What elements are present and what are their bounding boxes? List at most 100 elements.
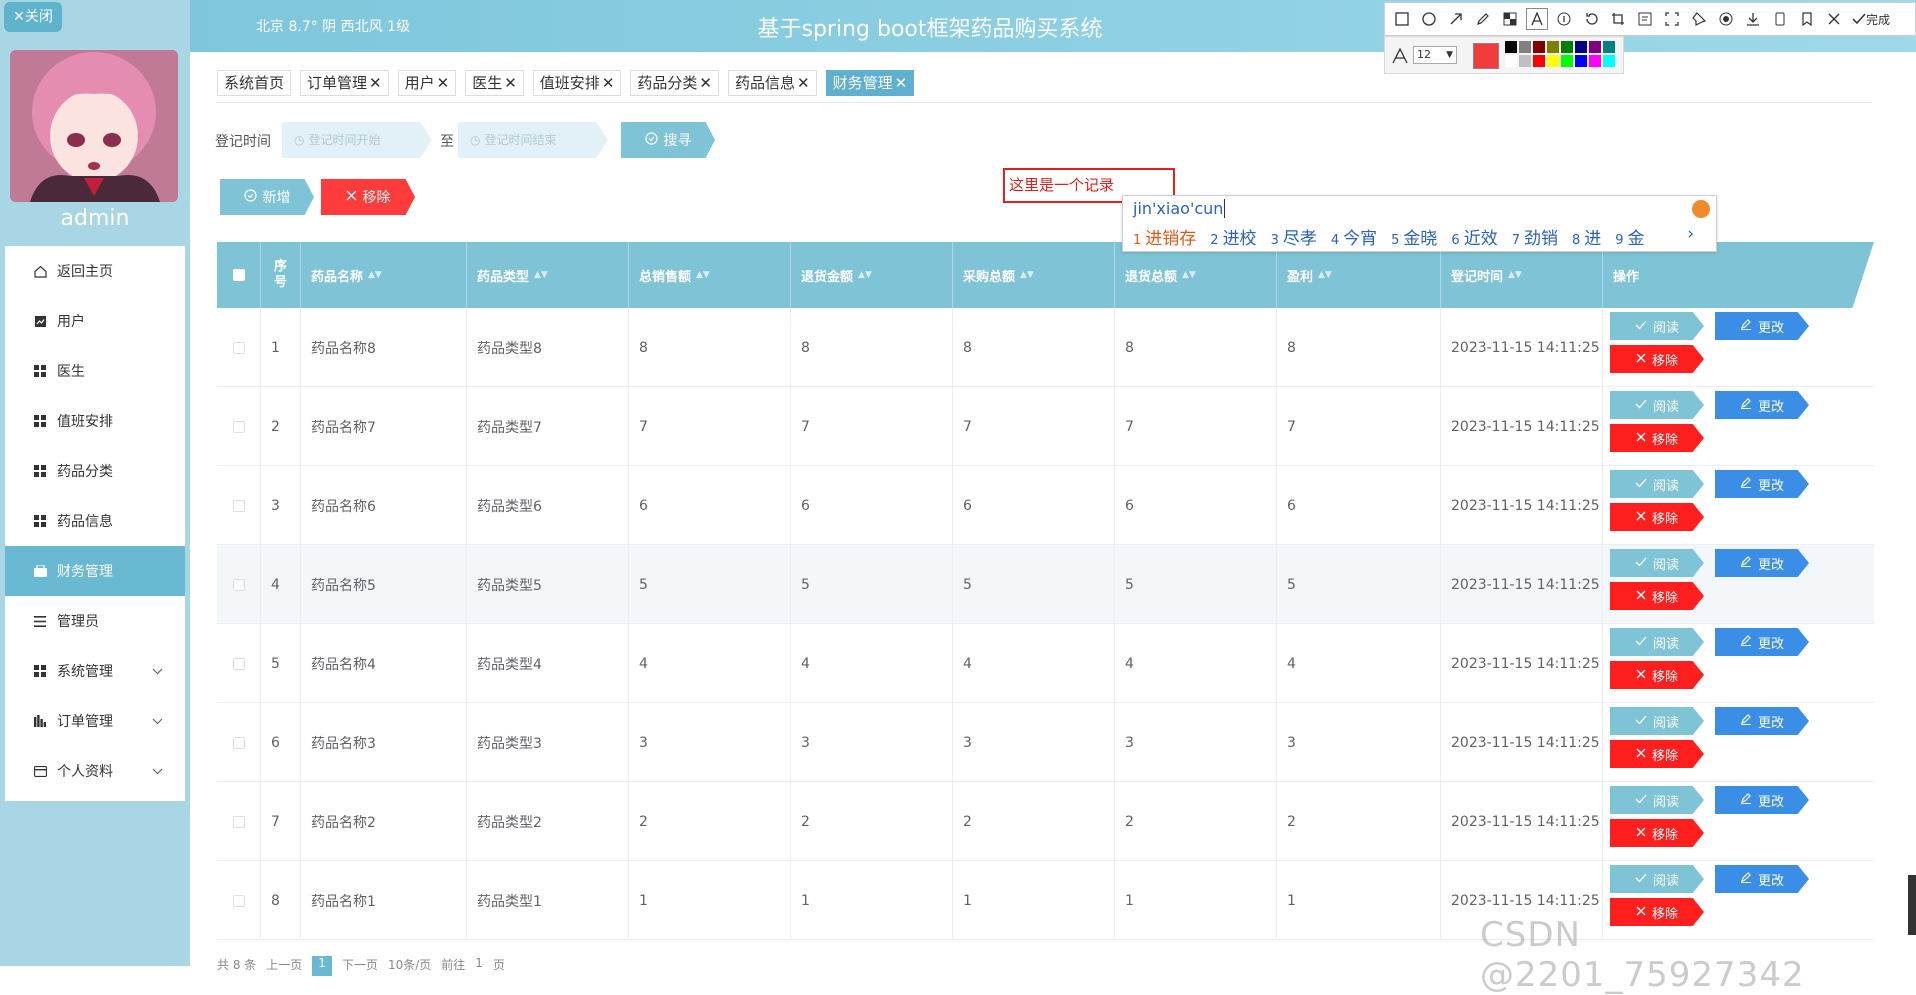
current-color-swatch[interactable] [1473,43,1499,69]
row-checkbox[interactable] [232,578,245,591]
scan-icon[interactable] [1661,8,1683,30]
mosaic-tool-icon[interactable] [1499,8,1521,30]
row-checkbox[interactable] [232,736,245,749]
tab-item[interactable]: 用户 ✕ [397,70,457,96]
sidebar-item-system[interactable]: 系统管理 [5,646,185,696]
view-button[interactable]: 阅读 [1610,707,1704,735]
view-button[interactable]: 阅读 [1610,865,1704,893]
ime-candidate[interactable]: 2 进校 [1210,224,1256,249]
tab-close-icon[interactable]: ✕ [895,74,908,92]
delete-button[interactable]: 移除 [321,179,415,215]
ime-candidate[interactable]: 8进 [1572,224,1601,249]
row-checkbox[interactable] [232,341,245,354]
edit-button[interactable]: 更改 [1715,549,1809,577]
palette-swatch[interactable] [1533,41,1545,53]
search-button[interactable]: 搜寻 [621,122,715,158]
palette-swatch[interactable] [1575,41,1587,53]
cancel-icon[interactable] [1823,8,1845,30]
view-button[interactable]: 阅读 [1610,549,1704,577]
edit-button[interactable]: 更改 [1715,628,1809,656]
view-button[interactable]: 阅读 [1610,786,1704,814]
palette-swatch[interactable] [1533,55,1545,67]
page-size-select[interactable]: 10条/页 [388,956,431,976]
ime-candidate[interactable]: 9金 [1615,224,1644,249]
row-delete-button[interactable]: 移除 [1610,345,1704,373]
ocr-icon[interactable] [1634,8,1656,30]
ime-candidate[interactable]: 5 金晓 [1391,224,1437,249]
text-tool-icon[interactable] [1526,8,1548,30]
palette-swatch[interactable] [1561,41,1573,53]
row-delete-button[interactable]: 移除 [1610,424,1704,452]
tab-close-icon[interactable]: ✕ [437,74,450,92]
tab-close-icon[interactable]: ✕ [602,74,615,92]
column-header-purchase-total[interactable]: 采购总额 ▲▼ [953,242,1115,308]
palette-swatch[interactable] [1505,41,1517,53]
crop-icon[interactable] [1607,8,1629,30]
sidebar-item-home[interactable]: 返回主页 [5,246,185,296]
row-checkbox[interactable] [232,815,245,828]
prev-page-button[interactable]: 上一页 [266,956,302,976]
edit-button[interactable]: 更改 [1715,865,1809,893]
end-date-input[interactable]: ◷ 登记时间结束 [458,122,608,158]
rectangle-tool-icon[interactable] [1391,8,1413,30]
start-date-input[interactable]: ◷ 登记时间开始 [282,122,432,158]
edit-button[interactable]: 更改 [1715,312,1809,340]
tab-item[interactable]: 药品分类 ✕ [630,70,719,96]
tab-close-icon[interactable]: ✕ [369,74,382,92]
row-checkbox[interactable] [232,894,245,907]
sidebar-item-users[interactable]: 用户 [5,296,185,346]
tab-item[interactable]: 医生 ✕ [465,70,524,96]
edit-button[interactable]: 更改 [1715,786,1809,814]
sidebar-item-duty[interactable]: 值班安排 [5,396,185,446]
ime-candidate[interactable]: 3 尽孝 [1271,224,1317,249]
sidebar-item-finance[interactable]: 财务管理 [5,546,185,596]
ime-candidate[interactable]: 7 劲销 [1512,224,1558,249]
tab-close-icon[interactable]: ✕ [504,74,517,92]
column-header-drug-type[interactable]: 药品类型 ▲▼ [467,242,629,308]
palette-swatch[interactable] [1505,55,1517,67]
arrow-tool-icon[interactable] [1445,8,1467,30]
row-checkbox[interactable] [232,499,245,512]
row-checkbox[interactable] [232,657,245,670]
palette-swatch[interactable] [1547,41,1559,53]
color-palette[interactable] [1505,41,1615,67]
edit-button[interactable]: 更改 [1715,707,1809,735]
sidebar-item-drug-category[interactable]: 药品分类 [5,446,185,496]
ime-candidate[interactable]: 4 今宵 [1331,224,1377,249]
sidebar-item-drug-info[interactable]: 药品信息 [5,496,185,546]
sidebar-item-admin[interactable]: 管理员 [5,596,185,646]
palette-swatch[interactable] [1589,55,1601,67]
palette-swatch[interactable] [1603,55,1615,67]
goto-page-input[interactable]: 1 [475,956,483,976]
tab-item[interactable]: 订单管理 ✕ [300,70,389,96]
select-all-cell[interactable] [217,242,261,308]
sidebar-item-doctors[interactable]: 医生 [5,346,185,396]
column-header-drug-name[interactable]: 药品名称 ▲▼ [301,242,467,308]
pin-icon[interactable] [1688,8,1710,30]
palette-swatch[interactable] [1603,41,1615,53]
row-checkbox[interactable] [232,420,245,433]
palette-swatch[interactable] [1547,55,1559,67]
add-button[interactable]: 新增 [220,179,314,215]
tab-item[interactable]: 值班安排 ✕ [532,70,622,96]
palette-swatch[interactable] [1519,41,1531,53]
select-all-checkbox[interactable] [232,269,245,281]
font-size-select[interactable]: 12 ▼ [1413,46,1457,64]
sidebar-item-orders[interactable]: 订单管理 [5,696,185,746]
row-delete-button[interactable]: 移除 [1610,819,1704,847]
ellipse-tool-icon[interactable] [1418,8,1440,30]
current-page[interactable]: 1 [312,956,332,976]
edit-button[interactable]: 更改 [1715,470,1809,498]
palette-swatch[interactable] [1575,55,1587,67]
tab-close-icon[interactable]: ✕ [797,74,810,92]
pen-tool-icon[interactable] [1472,8,1494,30]
tab-item[interactable]: 药品信息 ✕ [727,70,817,96]
tab-item[interactable]: 系统首页 [217,70,292,96]
undo-icon[interactable] [1580,8,1602,30]
bookmark-icon[interactable] [1796,8,1818,30]
column-header-total-sales[interactable]: 总销售额 ▲▼ [629,242,791,308]
done-button[interactable]: 完成 [1852,11,1890,28]
scrollbar-thumb[interactable] [1908,875,1916,935]
ime-next-page-icon[interactable]: › [1687,224,1694,244]
row-delete-button[interactable]: 移除 [1610,661,1704,689]
